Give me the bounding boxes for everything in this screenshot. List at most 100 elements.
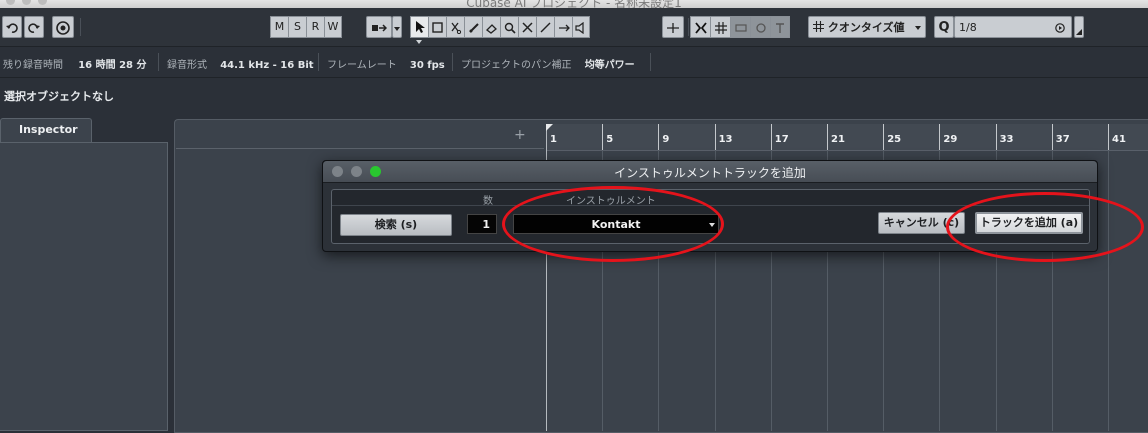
undo-icon — [6, 23, 18, 33]
snap-mode-button[interactable] — [730, 16, 750, 38]
ruler-bar-mark — [883, 124, 885, 150]
inspector-panel — [0, 142, 168, 431]
ruler-bar-mark — [939, 124, 941, 150]
window-titlebar: Cubase AI プロジェクト - 名称未設定1 — [0, 0, 1148, 8]
quantize-button[interactable]: Q — [934, 16, 954, 38]
glue-tool[interactable] — [464, 16, 482, 38]
msrw-group: M S R W — [270, 16, 342, 38]
ruler-bar-mark — [602, 124, 604, 150]
highlight-instrument-annotation — [502, 186, 724, 262]
snap-arrows-icon — [694, 22, 707, 34]
pan-law[interactable]: プロジェクトのパン補正 均等パワー — [461, 56, 635, 71]
mute-button[interactable]: M — [270, 16, 288, 38]
ruler-bar-number: 33 — [999, 134, 1014, 145]
ruler-bar-mark — [1108, 124, 1109, 150]
t-cursor-icon — [776, 23, 784, 33]
dialog-titlebar[interactable]: インストゥルメントトラックを追加 — [323, 161, 1097, 183]
project-cursor-icon[interactable] — [546, 124, 553, 131]
time-warp-tool[interactable] — [554, 16, 572, 38]
range-icon — [432, 22, 443, 33]
scroll-icon — [667, 23, 679, 33]
object-selection-tool[interactable] — [410, 16, 428, 38]
line-icon — [540, 22, 551, 33]
tool-indicator-arrow — [416, 40, 422, 44]
toolbar-divider — [80, 18, 81, 36]
glue-icon — [468, 23, 479, 33]
constrain-delay-button[interactable] — [52, 16, 74, 38]
highlight-add-track-annotation — [946, 192, 1144, 262]
quantize-value-select[interactable]: 1/8 — [954, 16, 1072, 38]
toolbar-options-button[interactable] — [1074, 16, 1084, 38]
auto-scroll-button[interactable] — [662, 16, 684, 38]
chevron-down-icon — [915, 26, 921, 30]
magnifier-icon — [504, 22, 516, 34]
ruler-bar-number: 37 — [1055, 134, 1070, 145]
status-infobar: 残り録音時間 16 時間 28 分 録音形式 44.1 kHz - 16 Bit… — [0, 47, 1148, 78]
undo-button[interactable] — [2, 16, 22, 38]
split-tool[interactable] — [446, 16, 464, 38]
redo-icon — [28, 23, 40, 33]
snap-group — [690, 16, 790, 38]
ruler-bar-number: 21 — [831, 134, 845, 145]
range-tool[interactable] — [428, 16, 446, 38]
clock-icon — [56, 21, 70, 35]
quantize-preset-select[interactable]: クオンタイズ値 — [808, 16, 926, 38]
snap-type-button[interactable] — [690, 16, 710, 38]
mute-tool[interactable] — [518, 16, 536, 38]
record-format[interactable]: 録音形式 44.1 kHz - 16 Bit — [167, 56, 314, 71]
ruler-bar-number: 17 — [774, 134, 789, 145]
write-button[interactable]: W — [324, 16, 342, 38]
automation-mode-button[interactable] — [366, 16, 392, 38]
remaining-record-time[interactable]: 残り録音時間 16 時間 28 分 — [3, 56, 146, 71]
search-button[interactable]: 検索 (s) — [340, 214, 452, 236]
play-circle-icon — [1055, 23, 1065, 33]
quantize-value: 1/8 — [959, 21, 977, 34]
timeline-ruler[interactable]: 1 5 9 13 17 21 25 29 33 37 41 — [546, 124, 1148, 151]
cursor-snap-button[interactable] — [770, 16, 790, 38]
toolbar-divider — [688, 18, 689, 36]
main-toolbar: M S R W クオンタイズ値 Q 1/8 — [0, 8, 1148, 47]
redo-button[interactable] — [24, 16, 44, 38]
dialog-title: インストゥルメントトラックを追加 — [614, 166, 806, 180]
ruler-bar-mark — [714, 124, 716, 150]
play-tool[interactable] — [572, 16, 590, 38]
scissors-icon — [450, 22, 461, 35]
quantize-label: クオンタイズ値 — [827, 21, 905, 34]
track-count-field[interactable]: 1 — [467, 214, 497, 234]
ruler-bar-number: 5 — [606, 134, 614, 145]
ruler-bar-mark — [995, 124, 997, 150]
selection-status: 選択オブジェクトなし — [4, 90, 114, 103]
erase-tool[interactable] — [482, 16, 500, 38]
info-separator — [452, 53, 453, 71]
chevron-down-icon — [394, 27, 400, 31]
inspector-tab[interactable]: Inspector — [0, 118, 92, 144]
ruler-bar-number: 1 — [550, 134, 557, 145]
quantize-grid-icon — [813, 21, 824, 32]
grid-icon — [714, 22, 727, 34]
speaker-icon — [575, 21, 584, 35]
ruler-bar-mark — [1051, 124, 1053, 150]
ruler-bar-number: 41 — [1112, 134, 1126, 145]
ruler-bar-number: 29 — [943, 134, 958, 145]
automation-mode-dropdown[interactable] — [392, 16, 402, 38]
frame-rate[interactable]: フレームレート 30 fps — [327, 56, 445, 71]
read-button[interactable]: R — [306, 16, 324, 38]
window-title: Cubase AI プロジェクト - 名称未設定1 — [466, 0, 682, 8]
info-separator — [318, 53, 319, 71]
ruler-bar-number: 25 — [887, 134, 902, 145]
ruler-bar-mark — [827, 124, 828, 150]
track-list-header-line — [176, 148, 544, 149]
add-track-icon[interactable]: + — [514, 127, 526, 143]
grid-line — [1108, 150, 1109, 431]
automation-arrow-icon — [372, 24, 388, 32]
grid-button[interactable] — [710, 16, 730, 38]
tool-group — [410, 16, 590, 38]
info-separator — [650, 53, 651, 71]
info-separator — [158, 53, 159, 71]
solo-button[interactable]: S — [288, 16, 306, 38]
eraser-icon — [485, 24, 497, 34]
pointer-icon — [415, 21, 425, 33]
zoom-tool[interactable] — [500, 16, 518, 38]
draw-tool[interactable] — [536, 16, 554, 38]
loop-snap-button[interactable] — [750, 16, 770, 38]
